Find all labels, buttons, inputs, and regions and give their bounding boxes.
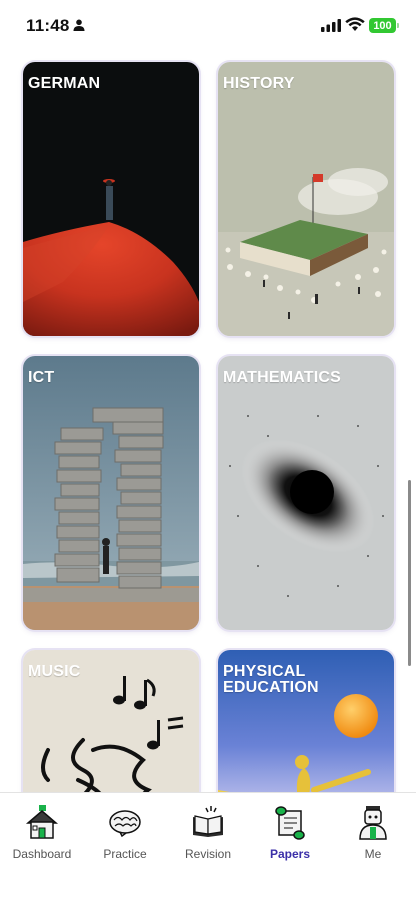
status-time: 11:48 bbox=[26, 16, 70, 35]
battery-indicator: 100 bbox=[369, 18, 399, 33]
tab-label: Dashboard bbox=[12, 847, 72, 861]
house-icon bbox=[25, 805, 59, 839]
scrollbar[interactable] bbox=[408, 480, 411, 666]
card-title: MATHEMATICS bbox=[223, 369, 342, 386]
wifi-icon bbox=[345, 17, 365, 31]
card-title: MUSIC bbox=[28, 663, 81, 680]
subject-card-music[interactable]: MUSIC bbox=[23, 650, 199, 792]
tab-papers[interactable]: Papers bbox=[250, 803, 330, 873]
card-title: HISTORY bbox=[223, 75, 295, 92]
subject-card-physical-education[interactable]: PHYSICAL EDUCATION bbox=[218, 650, 394, 792]
tab-label: Papers bbox=[269, 847, 311, 861]
tab-revision[interactable]: Revision bbox=[168, 803, 248, 873]
history-cover-image bbox=[218, 62, 394, 336]
bottom-tab-bar: Dashboard Practice Revision Papers Me bbox=[0, 792, 416, 901]
card-title: GERMAN bbox=[28, 75, 101, 92]
mathematics-cover-image bbox=[218, 356, 394, 630]
avatar-icon bbox=[359, 806, 387, 840]
ict-cover-image bbox=[23, 356, 199, 630]
person-icon bbox=[73, 19, 85, 31]
german-cover-image bbox=[23, 62, 199, 336]
card-title: ICT bbox=[28, 369, 55, 386]
battery-level: 100 bbox=[373, 19, 392, 32]
tab-dashboard[interactable]: Dashboard bbox=[2, 803, 82, 873]
brain-icon bbox=[109, 810, 141, 838]
subject-card-mathematics[interactable]: MATHEMATICS bbox=[218, 356, 394, 630]
open-book-icon bbox=[193, 806, 223, 837]
tab-practice[interactable]: Practice bbox=[85, 803, 165, 873]
status-bar: 11:48 100 bbox=[0, 0, 416, 54]
signal-icon bbox=[321, 19, 341, 32]
tab-label: Practice bbox=[103, 847, 147, 861]
subject-card-german[interactable]: GERMAN bbox=[23, 62, 199, 336]
subject-card-ict[interactable]: ICT bbox=[23, 356, 199, 630]
tab-label: Me bbox=[364, 847, 382, 861]
scroll-icon bbox=[275, 806, 305, 840]
card-title: PHYSICAL EDUCATION bbox=[223, 663, 319, 696]
tab-label: Revision bbox=[184, 847, 232, 861]
subject-card-history[interactable]: HISTORY bbox=[218, 62, 394, 336]
subject-grid: GERMAN HISTORY ICT MATHEMATICS MUSIC PHY… bbox=[0, 54, 416, 792]
tab-me[interactable]: Me bbox=[333, 803, 413, 873]
